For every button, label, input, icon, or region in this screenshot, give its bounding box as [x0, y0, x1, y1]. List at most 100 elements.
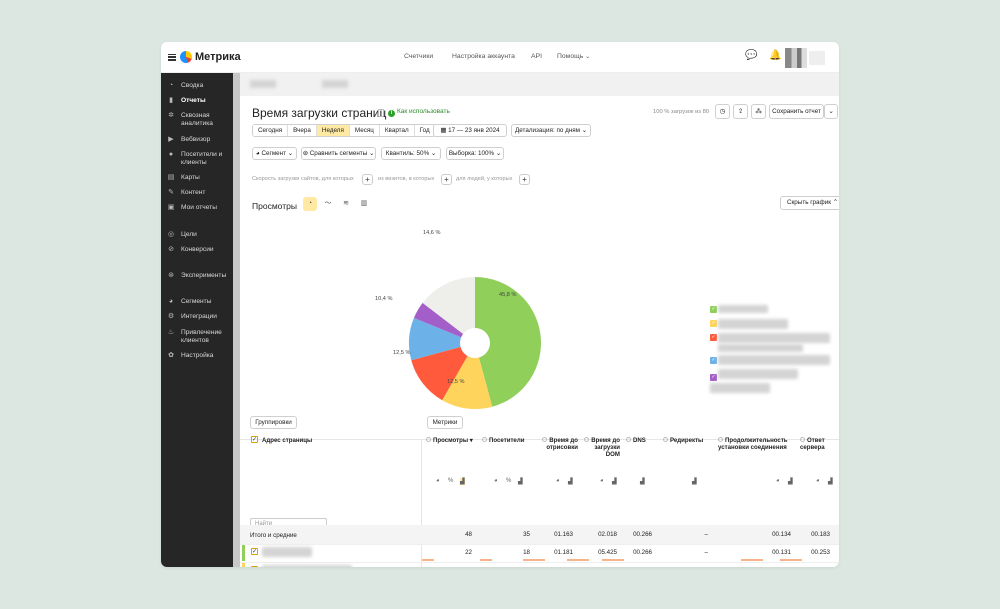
legend-checkbox[interactable]: ✓ — [710, 306, 717, 313]
pie-view-icon[interactable]: ◔ — [303, 197, 317, 211]
sidebar-item-visitors[interactable]: ● Посетители и клиенты — [167, 151, 227, 166]
chevron-down-icon: ⌄ — [581, 127, 588, 134]
pie-mini-icon[interactable]: ◕ — [494, 478, 498, 484]
header-pageviews[interactable]: Просмотры ▾ — [426, 437, 478, 444]
date-range-picker[interactable]: ▦ 17 — 23 янв 2024 — [433, 124, 507, 137]
my-reports-icon: ▣ — [167, 204, 175, 211]
header-redirects[interactable]: Редиректы — [663, 437, 713, 444]
sidebar-item-reports[interactable]: ▮ Отчеты — [167, 97, 206, 105]
pie-mini-icon[interactable]: ◕ — [556, 478, 560, 484]
sidebar-item-endtoend[interactable]: ✲ Сквозная аналитика — [167, 112, 227, 127]
period-quarter[interactable]: Квартал — [379, 125, 415, 136]
compare-segments-dropdown[interactable]: ⊛ Сравнить сегменты ⌄ — [301, 147, 376, 160]
sidebar-item-maps[interactable]: ▤ Карты — [167, 174, 200, 182]
nav-help[interactable]: Помощь ⌄ — [557, 53, 590, 60]
percent-icon[interactable]: % — [506, 478, 511, 484]
groupings-button[interactable]: Группировки — [250, 416, 297, 429]
webvisor-icon: ▶ — [168, 136, 174, 143]
sidebar-item-integrations[interactable]: ⚙ Интеграции — [167, 313, 217, 321]
avatar[interactable] — [785, 48, 807, 68]
pie-mini-icon[interactable]: ▟ — [640, 478, 645, 485]
row-address-hidden[interactable] — [262, 564, 352, 567]
legend-checkbox[interactable]: ✓ — [710, 320, 717, 327]
clock-button[interactable]: ◷ — [715, 104, 730, 119]
menu-icon[interactable] — [168, 52, 176, 62]
sidebar-item-my-reports[interactable]: ▣ Мои отчеты — [167, 204, 217, 212]
header-dom-load[interactable]: Время до загрузки DOM — [580, 437, 620, 458]
pie-mini-icon[interactable]: ◕ — [436, 478, 440, 484]
detail-dropdown[interactable]: Детализация: по дням ⌄ — [511, 124, 591, 137]
add-filter-button-3[interactable]: + — [519, 174, 530, 185]
sample-dropdown[interactable]: Выборка: 100% ⌄ — [446, 147, 504, 160]
sidebar-item-settings[interactable]: ✿ Настройка — [167, 352, 213, 360]
breadcrumb-hidden-2[interactable] — [322, 80, 348, 88]
nav-counters[interactable]: Счетчики — [404, 53, 433, 60]
bell-icon[interactable]: 🔔 — [769, 50, 781, 61]
header-time-to-paint[interactable]: Время до отрисовки — [538, 437, 578, 451]
brand-name[interactable]: Метрика — [195, 51, 241, 63]
period-year[interactable]: Год — [414, 125, 435, 136]
row-checkbox[interactable]: ✓ — [251, 565, 258, 567]
pie-mini-icon[interactable]: ◕ — [776, 478, 780, 484]
legend-checkbox[interactable]: ✓ — [710, 334, 717, 341]
legend-checkbox[interactable]: ✓ — [710, 357, 717, 364]
area-view-icon[interactable]: ≋ — [339, 197, 353, 211]
nav-api[interactable]: API — [531, 53, 542, 60]
sidebar-item-segments[interactable]: ◕ Сегменты — [167, 298, 212, 306]
dimension-header[interactable]: Адрес страницы — [262, 437, 312, 444]
select-all-checkbox[interactable]: ✓ — [251, 436, 258, 443]
breadcrumb-hidden-1[interactable] — [250, 80, 276, 88]
sidebar-item-acquisition[interactable]: ♨ Привлечение клиентов — [167, 329, 227, 344]
share-button[interactable]: ⁂ — [751, 104, 766, 119]
sidebar-item-summary[interactable]: ◔ Сводка — [167, 82, 203, 90]
clock-icon: ◷ — [719, 108, 726, 115]
bar-mini-icon[interactable]: ▟ — [518, 478, 523, 485]
header-dns[interactable]: DNS — [626, 437, 656, 444]
metrika-logo-icon[interactable] — [180, 51, 192, 63]
pie-mini-icon[interactable]: ▟ — [692, 478, 697, 485]
chat-icon[interactable]: 💬 — [745, 50, 757, 61]
table-cell: 01.181 — [554, 549, 573, 556]
header-visitors[interactable]: Посетители — [482, 437, 534, 444]
nav-help-label[interactable]: Помощь — [557, 53, 583, 60]
sidebar-item-conversions[interactable]: ⊘ Конверсии — [167, 246, 214, 254]
bar-mini-icon[interactable]: ▟ — [612, 478, 617, 485]
hide-graph-label: Скрыть график — [787, 199, 831, 206]
sidebar-item-goals[interactable]: ◎ Цели — [167, 231, 197, 239]
save-report-dropdown[interactable]: ⌄ — [824, 104, 838, 119]
how-to-use-link[interactable]: i Как использовать — [388, 108, 450, 117]
sidebar-item-webvisor[interactable]: ▶ Вебвизор — [167, 136, 210, 144]
bar-view-icon[interactable]: ▥ — [357, 197, 371, 211]
export-button[interactable]: ⇪ — [733, 104, 748, 119]
pie-mini-icon[interactable]: ◕ — [600, 478, 604, 484]
metrics-button[interactable]: Метрики — [427, 416, 463, 429]
bar-mini-icon[interactable]: ▟ — [460, 478, 465, 485]
sidebar-item-content[interactable]: ✎ Контент — [167, 189, 205, 197]
save-report-button[interactable]: Сохранить отчет — [769, 104, 824, 119]
percent-icon[interactable]: % — [448, 478, 453, 484]
segment-dropdown[interactable]: ◕ Сегмент ⌄ — [252, 147, 297, 160]
period-week[interactable]: Неделя — [316, 125, 350, 136]
nav-account-settings[interactable]: Настройка аккаунта — [452, 53, 515, 60]
add-filter-button-2[interactable]: + — [441, 174, 452, 185]
compare-icon: ⊛ — [302, 150, 308, 157]
how-to-use-label: Как использовать — [397, 108, 450, 115]
pie-mini-icon[interactable]: ◕ — [816, 478, 820, 484]
sidebar-item-experiments[interactable]: ⊛ Эксперименты — [167, 272, 226, 280]
header-server-response[interactable]: Ответ сервера — [800, 437, 836, 451]
legend-checkbox[interactable]: ✓ — [710, 374, 717, 381]
row-checkbox[interactable]: ✓ — [251, 548, 258, 555]
line-view-icon[interactable]: 〜 — [321, 197, 335, 211]
hide-graph-button[interactable]: Скрыть график ⌃ — [780, 196, 839, 210]
period-yesterday[interactable]: Вчера — [288, 125, 317, 136]
add-filter-button-1[interactable]: + — [362, 174, 373, 185]
period-today[interactable]: Сегодня — [253, 125, 289, 136]
bookmark-icon[interactable] — [378, 109, 384, 117]
bar-mini-icon[interactable]: ▟ — [828, 478, 833, 485]
quantile-dropdown[interactable]: Квантиль: 50% ⌄ — [381, 147, 441, 160]
header-connection[interactable]: Продолжительность установки соединения — [718, 437, 798, 451]
bar-mini-icon[interactable]: ▟ — [788, 478, 793, 485]
bar-mini-icon[interactable]: ▟ — [568, 478, 573, 485]
period-month[interactable]: Месяц — [349, 125, 380, 136]
row-address-hidden[interactable] — [262, 547, 312, 557]
